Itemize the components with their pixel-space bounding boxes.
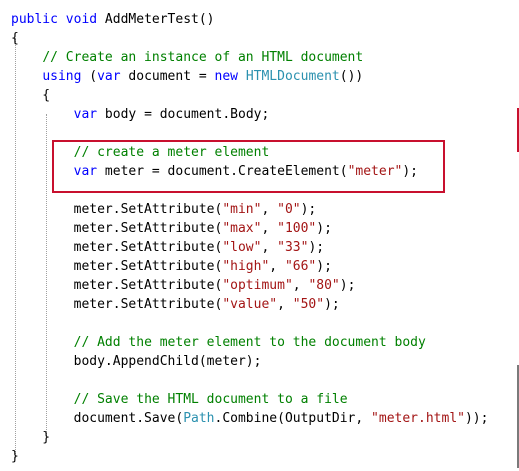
code-editor[interactable]: public void AddMeterTest() { // Create an… [0, 0, 519, 471]
code-line: // Save the HTML document to a file [11, 390, 348, 409]
code-line: public void AddMeterTest() [11, 10, 215, 29]
code-token: void [65, 12, 98, 27]
code-line: var meter = document.CreateElement("mete… [11, 162, 418, 181]
code-token: { [11, 31, 19, 46]
code-token: using [42, 69, 82, 84]
code-token: var [73, 164, 98, 179]
code-line: // Add the meter element to the document… [11, 333, 426, 352]
code-token: "meter.html" [371, 411, 465, 426]
code-token: "33" [277, 240, 309, 255]
code-token: ); [339, 278, 356, 293]
code-token: "high" [222, 259, 270, 274]
code-token: , [261, 221, 278, 236]
code-token: } [11, 430, 51, 445]
code-token: meter.SetAttribute( [11, 202, 223, 217]
code-token: ); [402, 164, 419, 179]
code-token: )); [464, 411, 489, 426]
code-line: meter.SetAttribute("high", "66"); [11, 257, 332, 276]
code-token: , [277, 297, 293, 312]
code-token: , [269, 259, 285, 274]
code-token: new [214, 69, 238, 84]
code-line: } [11, 447, 19, 466]
code-line: { [11, 86, 50, 105]
code-token: "value" [222, 297, 278, 312]
code-token: document = [120, 69, 215, 84]
code-token: var [73, 107, 98, 122]
code-token: // create a meter element [73, 145, 270, 160]
code-token: public [11, 12, 58, 27]
code-token: AddMeterTest() [97, 12, 215, 27]
code-line: } [11, 428, 50, 447]
code-token: // Create an instance of an HTML documen… [42, 50, 364, 65]
code-token: meter.SetAttribute( [11, 240, 223, 255]
code-line: meter.SetAttribute("low", "33"); [11, 238, 324, 257]
code-token: // Save the HTML document to a file [73, 392, 348, 407]
code-token: "80" [308, 278, 340, 293]
code-line: meter.SetAttribute("min", "0"); [11, 200, 317, 219]
code-token: Path [183, 411, 215, 426]
code-token: meter = document.CreateElement( [97, 164, 348, 179]
code-line: meter.SetAttribute("max", "100"); [11, 219, 332, 238]
code-token: ); [316, 259, 332, 274]
code-token: HTMLDocument [245, 69, 340, 84]
code-token: ); [316, 221, 332, 236]
code-token: // Add the meter element to the document… [73, 335, 426, 350]
code-token: meter.SetAttribute( [11, 297, 223, 312]
code-token: "optimum" [222, 278, 293, 293]
code-line: { [11, 29, 19, 48]
code-token: "100" [277, 221, 317, 236]
code-token: "low" [222, 240, 262, 255]
code-token: "meter" [347, 164, 403, 179]
code-token: } [11, 449, 19, 464]
code-token: .Combine(OutputDir, [214, 411, 372, 426]
code-token: , [261, 202, 278, 217]
code-token: meter.SetAttribute( [11, 221, 223, 236]
code-line: meter.SetAttribute("optimum", "80"); [11, 276, 356, 295]
code-line: using (var document = new HTMLDocument()… [11, 67, 363, 86]
code-token: meter.SetAttribute( [11, 259, 223, 274]
code-token: "50" [292, 297, 325, 312]
code-token: , [261, 240, 278, 255]
code-token: "min" [222, 202, 262, 217]
code-token: meter.SetAttribute( [11, 278, 223, 293]
code-line: meter.SetAttribute("value", "50"); [11, 295, 340, 314]
code-line: body.AppendChild(meter); [11, 352, 262, 371]
code-token: document.Save( [11, 411, 184, 426]
code-token: , [292, 278, 309, 293]
code-token: body = document.Body; [97, 107, 270, 122]
code-token: ); [308, 240, 325, 255]
code-token: "max" [222, 221, 262, 236]
code-token: ); [300, 202, 317, 217]
code-token: { [11, 88, 51, 103]
code-line: var body = document.Body; [11, 105, 270, 124]
code-token: "66" [284, 259, 317, 274]
code-token: body.AppendChild(meter); [11, 354, 262, 369]
code-token: ); [324, 297, 340, 312]
code-line: // create a meter element [11, 143, 270, 162]
code-line: // Create an instance of an HTML documen… [11, 48, 363, 67]
code-line: document.Save(Path.Combine(OutputDir, "m… [11, 409, 489, 428]
code-token: ()) [339, 69, 364, 84]
code-token: ( [81, 69, 98, 84]
code-token: "0" [277, 202, 301, 217]
code-token: var [97, 69, 121, 84]
